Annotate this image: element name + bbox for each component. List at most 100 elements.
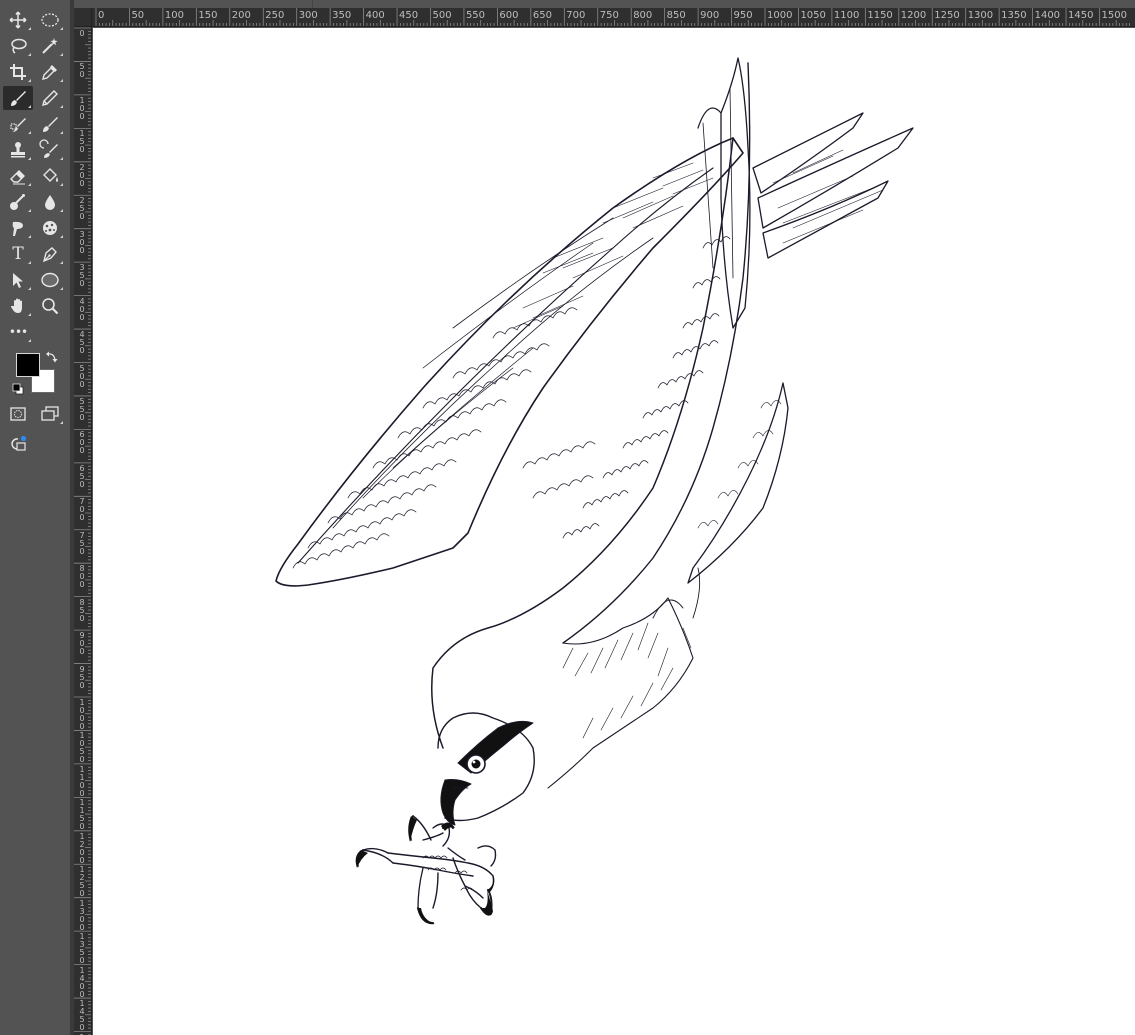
blur-tool[interactable] (35, 190, 65, 214)
path-selection-icon (13, 273, 23, 288)
eraser-tool[interactable] (3, 164, 33, 188)
crop-icon (10, 64, 26, 80)
clone-stamp-icon (11, 142, 25, 158)
left-wing-inner-edge (297, 167, 714, 564)
near-wing-outline (687, 382, 789, 584)
h-ruler-label: 150 (198, 10, 218, 21)
zoom-icon (42, 298, 59, 315)
smudge-tool[interactable] (3, 216, 33, 240)
hand-tool[interactable] (3, 294, 33, 318)
tools-panel: T ••• (0, 0, 70, 1035)
paint-bucket-icon (43, 168, 58, 182)
h-ruler-label: 800 (633, 10, 653, 21)
h-ruler-label: 450 (399, 10, 419, 21)
pencil-tool[interactable] (35, 86, 65, 110)
spot-healing-tool[interactable] (3, 112, 33, 136)
v-ruler-label: 1350 (79, 932, 85, 966)
quick-mask-button[interactable] (3, 402, 33, 426)
brush-tool[interactable] (3, 86, 33, 110)
v-ruler-label: 400 (79, 296, 85, 322)
v-ruler-label: 300 (79, 229, 85, 255)
ellipse-shape-icon (41, 272, 59, 288)
h-ruler-label: 550 (465, 10, 486, 21)
horizontal-ruler[interactable]: 0 50 100 150 200 250 300 350 400 450 500 550 600 650 7… (74, 8, 1135, 27)
sponge-icon (43, 221, 57, 235)
h-ruler-label: 1000 (767, 10, 793, 21)
v-ruler-label: 800 (79, 564, 85, 590)
history-brush-icon (39, 139, 58, 158)
osprey-line-art (275, 57, 914, 925)
zoom-tool[interactable] (35, 294, 65, 318)
content-credentials-button[interactable] (3, 432, 33, 456)
move-icon (9, 11, 27, 29)
eyedropper-tool[interactable] (35, 60, 65, 84)
history-brush-tool[interactable] (35, 138, 65, 162)
h-ruler-label: 1500 (1101, 10, 1127, 21)
v-ruler-label: 550 (79, 396, 85, 422)
h-ruler-label: 300 (298, 10, 318, 21)
h-ruler-label: 1350 (1001, 10, 1027, 21)
ruler-origin-corner[interactable] (74, 8, 92, 27)
lasso-icon (11, 38, 27, 54)
smudge-icon (12, 221, 23, 236)
v-ruler-label: 1400 (79, 965, 85, 999)
v-ruler-label: 1000 (79, 698, 85, 731)
dodge-tool[interactable] (3, 190, 33, 214)
h-ruler-label: 600 (499, 10, 519, 21)
type-tool[interactable]: T (3, 242, 33, 266)
wing-hatching (512, 162, 714, 329)
h-ruler-label: 1400 (1034, 10, 1061, 21)
eraser-icon (10, 170, 25, 185)
v-ruler-label: 500 (79, 363, 85, 389)
h-ruler-label: 1050 (800, 10, 826, 21)
path-selection-tool[interactable] (3, 268, 33, 292)
h-ruler-label: 400 (365, 10, 385, 21)
body-outline (431, 137, 734, 749)
h-ruler-label: 1150 (867, 10, 893, 21)
move-tool[interactable] (3, 8, 33, 32)
more-tools-button[interactable]: ••• (3, 320, 33, 344)
h-ruler-label: 850 (666, 10, 686, 21)
document-canvas[interactable] (93, 28, 1135, 1035)
h-ruler-label: 750 (599, 10, 619, 21)
elliptical-marquee-icon (41, 13, 59, 27)
h-ruler-label: 250 (265, 10, 285, 21)
h-ruler-label: 1300 (967, 10, 994, 21)
v-ruler-label: 700 (79, 497, 85, 523)
lasso-tool[interactable] (3, 34, 33, 58)
v-ruler-label: 750 (79, 530, 85, 556)
wing-feather-scallops (292, 307, 596, 569)
foreground-color-swatch[interactable] (16, 353, 40, 377)
h-ruler-label: 900 (700, 10, 720, 21)
ellipse-shape-tool[interactable] (35, 268, 65, 292)
hand-icon (11, 298, 22, 313)
sponge-tool[interactable] (35, 216, 65, 240)
beak (440, 779, 472, 826)
screen-mode-button[interactable] (35, 402, 65, 426)
vertical-ruler[interactable]: 0 50 100 150 200 250 300 350 400 450 500 550 600 650 7… (74, 27, 92, 1035)
brush-icon (11, 91, 26, 106)
v-ruler-label: 150 (79, 129, 85, 155)
photoshop-workspace: T ••• 0 50 100 150 200 250 300 350 400 4… (0, 0, 1135, 1035)
default-colors-icon[interactable] (12, 383, 24, 395)
paint-bucket-tool[interactable] (35, 164, 65, 188)
v-ruler-label: 350 (79, 263, 85, 289)
v-ruler-label: 100 (79, 95, 85, 121)
v-ruler-label: 1450 (79, 999, 85, 1033)
content-credentials-icon (11, 435, 27, 451)
magic-wand-icon (42, 38, 58, 54)
h-ruler-label: 50 (131, 10, 145, 21)
h-ruler-label: 350 (332, 10, 352, 21)
pen-tool[interactable] (35, 242, 65, 266)
magic-wand-tool[interactable] (35, 34, 65, 58)
h-ruler-label: 500 (432, 10, 452, 21)
elliptical-marquee-tool[interactable] (35, 8, 65, 32)
v-ruler-label: 1050 (79, 731, 85, 765)
mixer-brush-tool[interactable] (35, 112, 65, 136)
crop-tool[interactable] (3, 60, 33, 84)
v-ruler-label: 1250 (79, 865, 85, 899)
v-ruler-label: 200 (79, 162, 85, 188)
h-ruler-label: 700 (566, 10, 586, 21)
clone-stamp-tool[interactable] (3, 138, 33, 162)
swap-colors-icon[interactable] (45, 350, 59, 364)
